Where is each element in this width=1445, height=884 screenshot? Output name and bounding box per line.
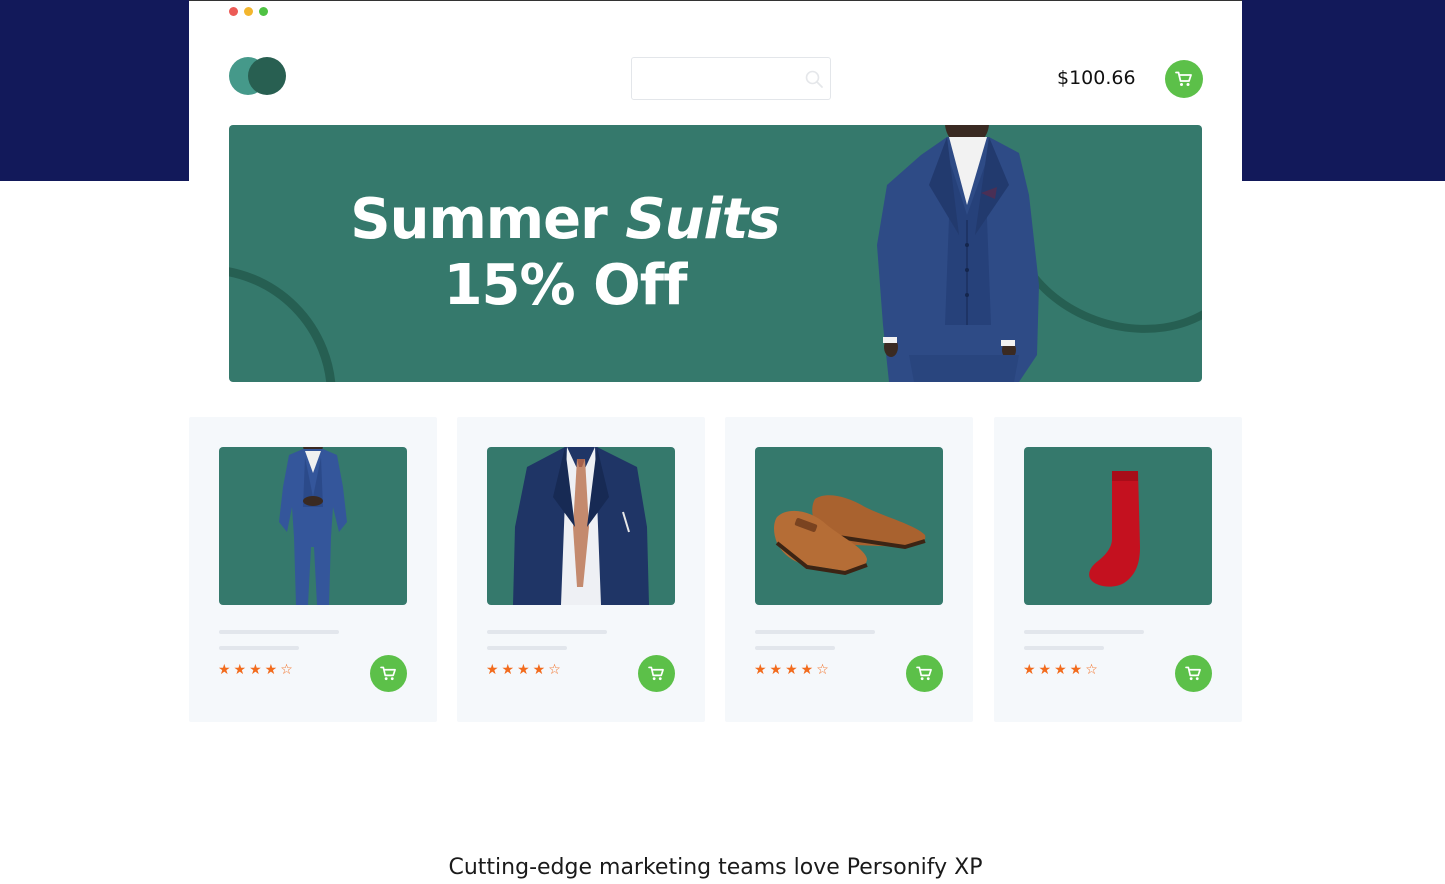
search-icon[interactable] [804, 69, 824, 89]
background-band-left [0, 0, 189, 181]
star-rating: ★★★★☆ [486, 662, 564, 678]
header-cart-button[interactable] [1165, 60, 1203, 98]
cart-icon [916, 666, 932, 681]
add-to-cart-button[interactable] [906, 655, 943, 692]
cart-total: $100.66 [1057, 67, 1136, 89]
product-price-placeholder [219, 646, 299, 650]
product-title-placeholder [487, 630, 607, 634]
star-rating: ★★★★☆ [218, 662, 296, 678]
browser-window: $100.66 Summer Suits 15% Off ★★★★☆ ★★★★☆… [189, 0, 1242, 884]
minimize-window-dot[interactable] [244, 7, 253, 16]
product-image[interactable] [1024, 447, 1212, 605]
cart-icon [648, 666, 664, 681]
close-window-dot[interactable] [229, 7, 238, 16]
add-to-cart-button[interactable] [638, 655, 675, 692]
search-input[interactable] [632, 58, 800, 99]
star-rating: ★★★★☆ [1023, 662, 1101, 678]
logo-circle-dark [248, 57, 286, 95]
product-card[interactable]: ★★★★☆ [725, 417, 973, 722]
banner-title-regular: Summer [350, 187, 607, 252]
shoes-image [774, 495, 926, 576]
product-card[interactable]: ★★★★☆ [457, 417, 705, 722]
banner-subtitle: 15% Off [443, 253, 688, 318]
add-to-cart-button[interactable] [1175, 655, 1212, 692]
suit-image [279, 447, 347, 605]
banner-model-image [877, 125, 1039, 382]
product-title-placeholder [755, 630, 875, 634]
product-image[interactable] [487, 447, 675, 605]
product-price-placeholder [755, 646, 835, 650]
product-title-placeholder [219, 630, 339, 634]
search-box [631, 57, 831, 100]
star-rating: ★★★★☆ [754, 662, 832, 678]
background-band-right [1242, 0, 1445, 181]
window-controls [229, 7, 268, 16]
cart-icon [380, 666, 396, 681]
site-logo[interactable] [229, 57, 287, 95]
product-image[interactable] [755, 447, 943, 605]
suit-jacket-image [513, 447, 649, 605]
product-price-placeholder [487, 646, 567, 650]
tagline: Cutting-edge marketing teams love Person… [448, 855, 983, 880]
maximize-window-dot[interactable] [259, 7, 268, 16]
product-card[interactable]: ★★★★☆ [994, 417, 1242, 722]
product-card[interactable]: ★★★★☆ [189, 417, 437, 722]
product-title-placeholder [1024, 630, 1144, 634]
banner-title: Summer Suits 15% Off [229, 187, 901, 319]
cart-icon [1185, 666, 1201, 681]
product-image[interactable] [219, 447, 407, 605]
add-to-cart-button[interactable] [370, 655, 407, 692]
promo-banner[interactable]: Summer Suits 15% Off [229, 125, 1202, 382]
sock-image [1089, 471, 1140, 587]
cart-icon [1175, 71, 1192, 86]
product-grid: ★★★★☆ ★★★★☆ ★★★★☆ ★★★★☆ [189, 417, 1242, 722]
banner-title-italic: Suits [625, 187, 780, 252]
product-price-placeholder [1024, 646, 1104, 650]
